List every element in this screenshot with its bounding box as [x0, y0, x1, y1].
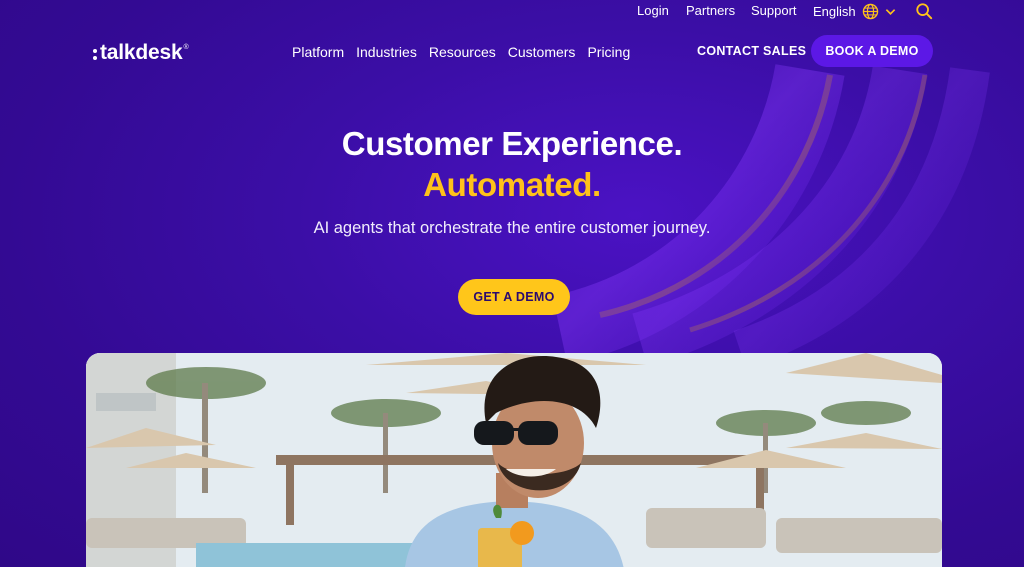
hero-title: Customer Experience.: [341, 125, 683, 162]
talkdesk-logo[interactable]: talkdesk ®: [93, 41, 189, 65]
globe-icon: [862, 3, 878, 20]
language-label: English: [813, 4, 856, 19]
registered-mark: ®: [183, 44, 189, 51]
main-header: talkdesk ® Platform Industries Resources…: [0, 30, 1024, 74]
hero-accent-title: Automated.: [423, 166, 601, 203]
nav-resources[interactable]: Resources: [429, 44, 496, 60]
brand-name: talkdesk: [100, 41, 183, 64]
book-demo-button[interactable]: BOOK A DEMO: [811, 35, 933, 67]
login-link[interactable]: Login: [637, 3, 669, 18]
partners-link[interactable]: Partners: [686, 3, 735, 18]
hero-subtitle: AI agents that orchestrate the entire cu…: [313, 219, 711, 237]
nav-industries[interactable]: Industries: [356, 44, 417, 60]
language-selector[interactable]: English: [813, 3, 896, 20]
nav-pricing[interactable]: Pricing: [587, 44, 630, 60]
page: Login Partners Support English talkdesk: [0, 0, 1024, 567]
support-link[interactable]: Support: [751, 3, 797, 18]
nav-customers[interactable]: Customers: [508, 44, 576, 60]
primary-nav: Platform Industries Resources Customers …: [292, 44, 642, 60]
nav-platform[interactable]: Platform: [292, 44, 344, 60]
get-demo-button[interactable]: GET A DEMO: [458, 279, 570, 315]
chevron-down-icon: [885, 8, 895, 15]
hero-image: [86, 353, 942, 567]
contact-sales-link[interactable]: CONTACT SALES: [697, 44, 806, 58]
search-icon[interactable]: [915, 2, 933, 20]
logo-mark-icon: [93, 49, 97, 60]
